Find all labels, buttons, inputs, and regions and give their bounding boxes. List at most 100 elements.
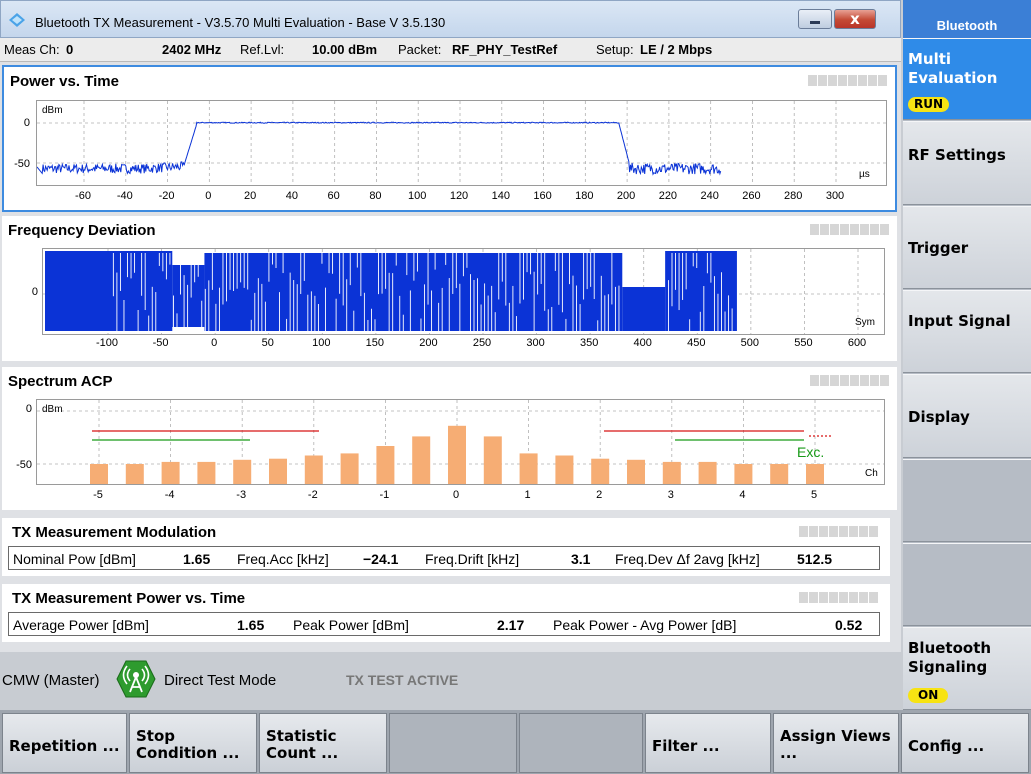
- ref-lvl-label: Ref.Lvl:: [240, 42, 285, 57]
- x-tick-label: 300: [526, 337, 545, 349]
- freq-dev-value: 512.5: [797, 551, 833, 567]
- x-tick-label: -5: [93, 489, 103, 501]
- power-result-row: Average Power [dBm] 1.65 Peak Power [dBm…: [8, 612, 880, 636]
- x-tick-label: 280: [784, 190, 803, 202]
- button-label: RF Settings: [908, 146, 1006, 164]
- power-results-panel[interactable]: TX Measurement Power vs. Time Average Po…: [2, 584, 890, 642]
- measurement-info-bar: Meas Ch: 0 2402 MHz Ref.Lvl: 10.00 dBm P…: [0, 38, 901, 62]
- empty-side-button[interactable]: [903, 543, 1031, 626]
- x-tick-label: -3: [236, 489, 247, 501]
- button-label: Stop Condition ...: [136, 727, 240, 762]
- x-tick-label: -50: [152, 337, 169, 349]
- x-tick-label: -100: [95, 337, 119, 349]
- x-tick-label: -1: [379, 489, 390, 501]
- empty-side-button[interactable]: [903, 459, 1031, 542]
- input-signal-button[interactable]: Input Signal: [903, 290, 1031, 373]
- button-label: Assign Views ...: [780, 727, 891, 762]
- window-title: Bluetooth TX Measurement - V3.5.70 Multi…: [35, 15, 446, 30]
- x-tick-label: 500: [740, 337, 760, 349]
- button-label: Filter ...: [652, 737, 720, 755]
- x-tick-label: 240: [700, 190, 719, 202]
- close-button[interactable]: x: [834, 9, 876, 29]
- measurement-area: Power vs. Time 0 -50 dBm µs -60 -40 -20 0 20…: [0, 62, 901, 652]
- x-tick-label: 350: [579, 337, 599, 349]
- acp-bar: [662, 461, 681, 484]
- device-label: CMW (Master): [2, 672, 100, 689]
- button-label: Config ...: [908, 737, 985, 755]
- right-softkey-panel: Bluetooth Multi Evaluation RUN RF Settin…: [903, 0, 1031, 710]
- segment-indicator: [810, 375, 889, 386]
- avg-power-label: Average Power [dBm]: [13, 617, 149, 633]
- setup-label: Setup:: [596, 42, 634, 57]
- x-tick-label: 450: [687, 337, 706, 349]
- deviation-trace: [45, 251, 737, 331]
- power-vs-time-panel[interactable]: Power vs. Time 0 -50 dBm µs -60 -40 -20 0 20…: [2, 65, 897, 212]
- ref-lvl-value: 10.00 dBm: [312, 42, 378, 57]
- display-button[interactable]: Display: [903, 374, 1031, 458]
- x-tick-label: 0: [452, 489, 460, 501]
- nominal-pow-value: 1.65: [183, 551, 211, 567]
- x-tick-label: 80: [369, 190, 382, 202]
- statistic-count-button[interactable]: Statistic Count ...: [259, 713, 387, 773]
- acp-bar: [269, 458, 287, 484]
- frequency-deviation-panel[interactable]: Frequency Deviation 0 Sym -100 -50 0 50 100 1…: [2, 216, 897, 361]
- peak-avg-label: Peak Power - Avg Power [dB]: [553, 617, 737, 633]
- freq-drift-label: Freq.Drift [kHz]: [425, 551, 520, 567]
- power-vs-time-chart: [37, 101, 886, 185]
- bluetooth-signaling-button[interactable]: Bluetooth Signaling ON: [903, 627, 1031, 710]
- freq-dev-label: Freq.Dev Δf 2avg [kHz]: [615, 551, 760, 567]
- packet-value: RF_PHY_TestRef: [452, 42, 558, 57]
- acp-bar: [483, 436, 502, 484]
- freq-acc-value: −24.1: [363, 551, 399, 567]
- acp-bar: [197, 461, 216, 484]
- acp-bar: [161, 461, 180, 484]
- button-label: Multi Evaluation: [908, 50, 998, 87]
- test-state-label: TX TEST ACTIVE: [346, 672, 459, 688]
- x-tick-label: 250: [472, 337, 492, 349]
- x-tick-label: 200: [419, 337, 438, 349]
- trigger-button[interactable]: Trigger: [903, 206, 1031, 289]
- peak-avg-value: 0.52: [835, 617, 863, 633]
- run-badge: RUN: [908, 97, 950, 112]
- multi-evaluation-button[interactable]: Multi Evaluation RUN: [903, 38, 1031, 120]
- sidebar-header: Bluetooth: [903, 0, 1031, 38]
- modulation-results-panel[interactable]: TX Measurement Modulation Nominal Pow [d…: [2, 518, 890, 576]
- x-tick-label: 60: [327, 190, 340, 202]
- x-tick-label: 100: [408, 190, 427, 202]
- x-tick-label: 260: [742, 190, 761, 202]
- x-tick-label: 0: [205, 190, 212, 202]
- empty-softkey[interactable]: [519, 713, 643, 773]
- config-button[interactable]: Config ...: [901, 713, 1029, 773]
- acp-bar: [376, 446, 395, 484]
- y-tick-label: 0: [25, 403, 32, 415]
- assign-views-button[interactable]: Assign Views ...: [773, 713, 899, 773]
- y-unit-label: dBm: [42, 404, 63, 415]
- freq-drift-value: 3.1: [571, 551, 591, 567]
- x-tick-label: 120: [449, 190, 469, 202]
- minimize-button[interactable]: [798, 9, 832, 29]
- peak-power-label: Peak Power [dBm]: [293, 617, 409, 633]
- empty-softkey[interactable]: [389, 713, 517, 773]
- acp-bar: [412, 436, 431, 484]
- segment-indicator: [799, 592, 878, 603]
- button-label: Statistic Count ...: [266, 727, 339, 762]
- x-tick-label: 200: [616, 190, 636, 202]
- acp-bar: [770, 464, 789, 484]
- x-unit-label: µs: [859, 169, 870, 180]
- x-tick-label: -2: [307, 489, 318, 501]
- peak-power-value: 2.17: [497, 617, 525, 633]
- x-tick-label: 40: [285, 190, 298, 202]
- x-tick-label: 2: [596, 489, 603, 501]
- rf-settings-button[interactable]: RF Settings: [903, 121, 1031, 205]
- repetition-button[interactable]: Repetition ...: [2, 713, 127, 773]
- filter-button[interactable]: Filter ...: [645, 713, 771, 773]
- acp-bar: [591, 458, 610, 484]
- segment-indicator: [810, 224, 889, 235]
- panel-title: TX Measurement Modulation: [12, 524, 217, 541]
- on-badge: ON: [908, 688, 949, 703]
- spectrum-acp-panel[interactable]: Spectrum ACP 0 -50 dBm Ch Exc. -5 -4 -3 -2 -…: [2, 367, 897, 510]
- x-tick-label: 5: [810, 489, 818, 501]
- x-tick-label: 4: [739, 489, 746, 501]
- modulation-result-row: Nominal Pow [dBm] 1.65 Freq.Acc [kHz] −2…: [8, 546, 880, 570]
- stop-condition-button[interactable]: Stop Condition ...: [129, 713, 257, 773]
